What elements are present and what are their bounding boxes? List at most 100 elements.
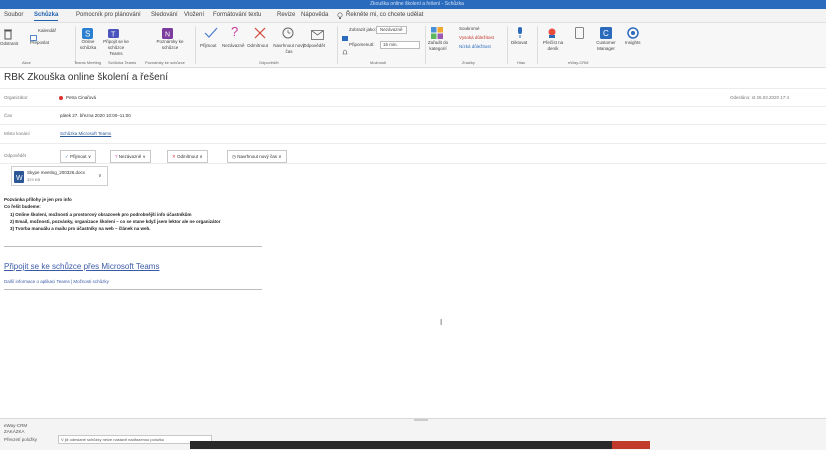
meeting-subject: RBK Zkouška online školení a řešení (4, 72, 168, 83)
ribbon-separator (507, 26, 508, 64)
propose-time-button[interactable]: Navrhnout nový čas (272, 43, 306, 55)
attachment[interactable]: W Skype meeting_200326.docx 329 KB ∨ (11, 166, 108, 186)
body-line-2: Co řešit budeme: (4, 204, 41, 209)
delete-button[interactable]: Odstranit (0, 41, 18, 47)
divider (0, 163, 826, 164)
join-teams-button[interactable]: Připojit se ke schůzce Teams (103, 39, 129, 57)
insights-button[interactable]: Insights (625, 40, 641, 46)
group-actions: Akce (22, 60, 31, 65)
calendar-button[interactable]: Kalendář (38, 28, 56, 34)
ribbon-separator (337, 26, 338, 64)
private-button[interactable]: Soukromé (459, 26, 480, 32)
svg-text:C: C (603, 29, 609, 38)
group-eway-crm: eWay-CRM (568, 60, 589, 65)
low-importance-button[interactable]: Nízká důležitost (459, 44, 491, 50)
tab-insert[interactable]: Vložení (184, 9, 204, 22)
decline-button[interactable]: Odmítnout (247, 43, 268, 49)
title-bar: Zkouška online školení a řešení - Schůzk… (0, 0, 826, 9)
chevron-down-icon[interactable]: ∨ (98, 173, 102, 179)
customer-manager-button[interactable]: Customer Manager (594, 40, 618, 52)
organizer-value[interactable]: Petra Cinařová (66, 95, 96, 100)
parent-item-select[interactable]: V již odeslané schůzky nelze nastavit na… (58, 435, 212, 444)
tentative-response-button[interactable]: ? Nezávazně ∨ (110, 150, 151, 163)
propose-response-label: Navrhnout nový čas (237, 154, 277, 159)
forward-button[interactable]: Přeposlat (30, 40, 49, 46)
phone-icon (575, 26, 584, 44)
decline-response-button[interactable]: ✕ Odmítnout ∨ (167, 150, 208, 163)
show-as-select[interactable]: Nezávazně (376, 26, 407, 34)
tab-file[interactable]: Soubor (4, 9, 23, 22)
tentative-button[interactable]: Nezávazně (222, 43, 245, 49)
divider (4, 289, 262, 290)
splitter-handle[interactable] (414, 419, 428, 421)
text-cursor-icon: I (440, 318, 443, 327)
word-doc-icon: W (14, 170, 24, 188)
ribbon-separator (425, 26, 426, 64)
decline-icon (254, 26, 266, 44)
check-icon: ✓ (65, 154, 69, 159)
divider (4, 246, 262, 247)
tab-format-text[interactable]: Formátování textu (213, 9, 261, 22)
categorize-button[interactable]: Zařadit do kategorií (427, 40, 449, 52)
tell-me-search[interactable]: Řekněte mi, co chcete udělat (346, 9, 423, 22)
group-meeting-notes: Poznámky ke schůzce (145, 60, 185, 65)
teams-info-links[interactable]: Další informace o aplikaci Teams | Možno… (4, 279, 109, 284)
svg-text:N: N (165, 32, 170, 39)
meeting-notes-button[interactable]: Poznámky ke schůzce (156, 39, 184, 51)
tab-meeting[interactable]: Schůzka (34, 9, 59, 21)
presence-icon (59, 96, 63, 100)
taskbar-red-block (612, 441, 650, 449)
svg-text:S: S (85, 30, 90, 39)
divider (0, 88, 826, 89)
location-value[interactable]: Schůzka Microsoft Teams (60, 131, 111, 136)
list-item: 1) Online školení, možnosti a prostorový… (10, 212, 192, 217)
list-item: 3) Tvorba manuálu a mailu pro účastníky … (10, 226, 151, 231)
question-icon: ? (115, 154, 118, 159)
group-respond: Odpovědět (259, 60, 279, 65)
group-voice: Hlas (517, 60, 526, 65)
accept-button[interactable]: Přijmout (200, 43, 217, 49)
svg-text:?: ? (231, 25, 238, 38)
clock-icon (282, 26, 294, 44)
parent-item-label: Převzetí položky (4, 437, 38, 442)
tab-help[interactable]: Nápověda (301, 9, 328, 22)
tab-review[interactable]: Revize (277, 9, 295, 22)
reminder-label: Připomenutí: (349, 42, 375, 47)
clock-icon: ◷ (232, 154, 236, 159)
track-button[interactable]: Přečíst na deník (541, 40, 565, 52)
time-value: pátek 27. března 2020 10:00–11:00 (60, 113, 131, 118)
tentative-icon: ? (230, 24, 240, 43)
lightbulb-icon (337, 9, 345, 22)
window-title: Zkouška online školení a řešení - Schůzk… (370, 1, 464, 7)
location-label: Místo konání (4, 131, 30, 136)
tab-scheduling[interactable]: Pomocník pro plánování (76, 9, 141, 22)
show-as-label: Zobrazit jako: (349, 27, 377, 32)
high-importance-button[interactable]: Vysoká důležitost (459, 35, 494, 41)
online-meeting-button[interactable]: Online schůzka (78, 39, 98, 51)
group-options: Možnosti (370, 60, 387, 65)
ribbon-separator (195, 26, 196, 64)
tentative-response-label: Nezávazně (118, 154, 142, 159)
ribbon-separator (537, 26, 538, 64)
respond-button[interactable]: Odpovědět (303, 43, 325, 49)
svg-text:T: T (111, 32, 116, 39)
teams-join-link[interactable]: Připojit se ke schůzce přes Microsoft Te… (4, 262, 159, 271)
ribbon: Odstranit Kalendář Přeposlat Akce S Onli… (0, 23, 826, 68)
dictate-button[interactable]: Diktovat (511, 40, 527, 46)
accept-response-button[interactable]: ✓ Přijmout ∨ (60, 150, 97, 163)
group-schuzka-teams: Schůzka Teams (108, 60, 137, 65)
propose-response-button[interactable]: ◷ Navrhnout nový čas ∨ (227, 150, 287, 163)
ribbon-tabs: Soubor Schůzka Pomocník pro plánování Sl… (0, 9, 826, 23)
sent-date: Odesláno: st 26.03.2020 17:4 (730, 95, 790, 100)
reminder-select[interactable]: 15 min. (380, 41, 420, 49)
divider (0, 106, 826, 107)
time-label: Čas (4, 113, 13, 118)
accept-icon (204, 26, 218, 44)
taskbar (190, 441, 650, 449)
group-teams-meeting: Teams Meeting (74, 60, 102, 65)
tab-tracking[interactable]: Sledování (151, 9, 178, 22)
crm-section-label: ZAKÁZKA (4, 429, 25, 434)
response-label: Odpovědět (4, 153, 27, 158)
ribbon-separator (75, 26, 76, 64)
divider (0, 143, 826, 144)
